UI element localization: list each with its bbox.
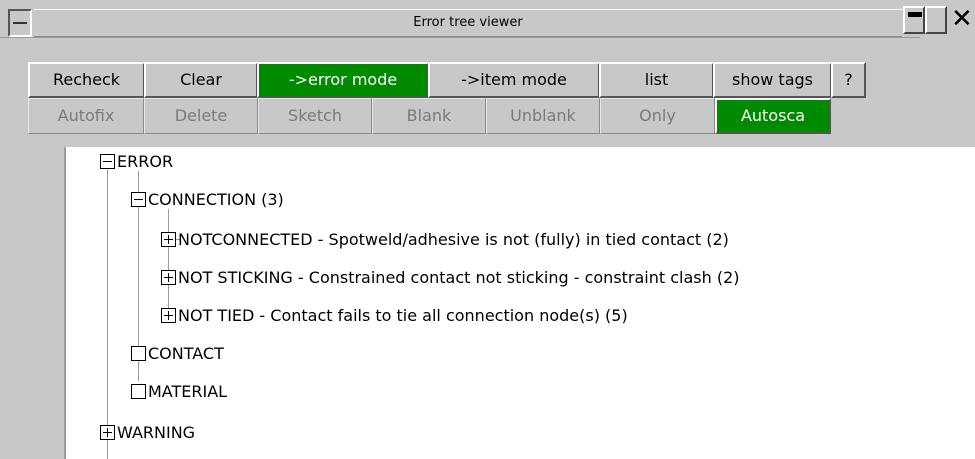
collapse-error-icon[interactable] [100,154,115,169]
tree-node-warning[interactable]: WARNING [117,423,195,443]
only-button[interactable]: Only [600,98,715,134]
error-tree-panel: ERROR CONNECTION (3) NOTCONNECTED - Spot… [64,147,975,459]
tree-node-material[interactable]: MATERIAL [148,382,227,402]
expand-notsticking-icon[interactable] [161,270,176,285]
tree-node-nottied[interactable]: NOT TIED - Contact fails to tie all conn… [178,306,628,326]
contact-node-icon[interactable] [131,346,146,361]
expand-nottied-icon[interactable] [161,308,176,323]
tree-line-root [107,167,108,459]
expand-warning-icon[interactable] [100,425,115,440]
list-button[interactable]: list [599,62,714,98]
material-node-icon[interactable] [131,384,146,399]
tree-node-contact[interactable]: CONTACT [148,344,224,364]
tree-node-connection[interactable]: CONNECTION (3) [148,190,284,210]
window-menu-button[interactable] [8,9,32,37]
unblank-button[interactable]: Unblank [486,98,600,134]
help-button[interactable]: ? [831,62,866,98]
dash-icon [13,22,27,24]
tree-node-error[interactable]: ERROR [117,152,173,172]
expand-notconnected-icon[interactable] [161,232,176,247]
close-button[interactable]: ✕ [951,6,975,34]
blank-button[interactable]: Blank [372,98,486,134]
close-icon: ✕ [951,6,973,34]
maximize-button[interactable] [925,6,947,34]
minimize-icon [908,12,922,17]
autoscale-button[interactable]: Autosca [715,98,831,134]
tree-node-notconnected[interactable]: NOTCONNECTED - Spotweld/adhesive is not … [178,230,729,250]
autofix-button[interactable]: Autofix [28,98,144,134]
item-mode-button[interactable]: ->item mode [428,62,600,98]
recheck-button[interactable]: Recheck [28,62,145,98]
error-mode-button[interactable]: ->error mode [257,62,429,98]
window-title: Error tree viewer [413,15,523,30]
show-tags-button[interactable]: show tags [713,62,832,98]
delete-button[interactable]: Delete [144,98,258,134]
clear-button[interactable]: Clear [144,62,258,98]
tree-line-connection [168,209,169,321]
collapse-connection-icon[interactable] [131,192,146,207]
sketch-button[interactable]: Sketch [258,98,372,134]
minimize-button[interactable] [903,6,925,34]
tree-node-notsticking[interactable]: NOT STICKING - Constrained contact not s… [178,268,740,288]
